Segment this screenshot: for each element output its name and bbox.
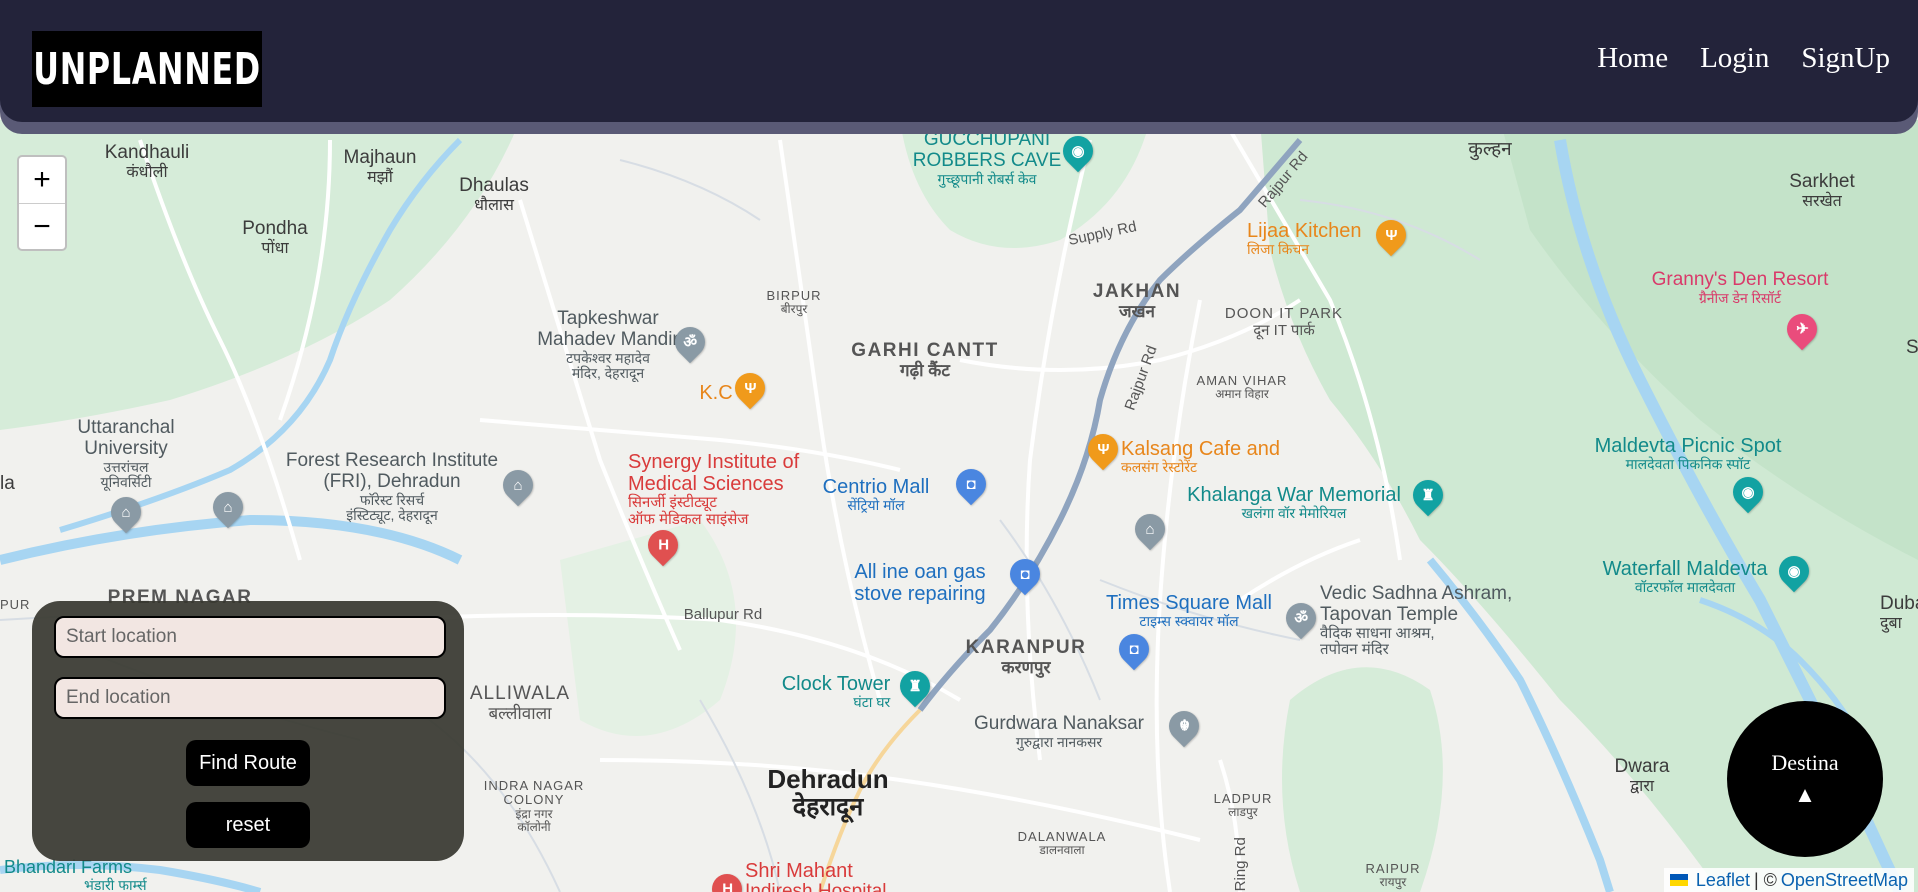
map-label-indra-nagar: INDRA NAGAR COLONY इंद्रा नगर कॉलोनी <box>483 778 585 834</box>
map-label-centrio-mall: Centrio Mall सेंट्रियो मॉल <box>822 476 930 513</box>
map-label-all-in-one-gas: All ine oan gas stove repairing <box>854 561 986 605</box>
main-nav: Home Login SignUp <box>1597 42 1890 75</box>
start-location-input[interactable] <box>54 616 446 658</box>
map-label-tapkeshwar: Tapkeshwar Mahadev Mandir टपकेश्वर महादेव… <box>537 308 679 382</box>
map-label-doon-it-park: DOON IT PARK दून IT पार्क <box>1224 305 1344 339</box>
map-label-ballupur-rd: Ballupur Rd <box>683 606 763 623</box>
logo[interactable]: UNPLANNED <box>32 31 262 107</box>
map-label-pur: PUR <box>0 597 31 612</box>
map-label-kandhauli: Kandhauli कंधौली <box>104 142 190 181</box>
nav-home-link[interactable]: Home <box>1597 42 1668 75</box>
map-label-clock-tower: Clock Tower घंटा घर <box>781 673 891 710</box>
map-label-grannys-den: Granny's Den Resort ग्रैनीज डेन रिसॉर्ट <box>1651 269 1829 306</box>
map-label-vedic-sadhna: Vedic Sadhna Ashram, Tapovan Temple वैदिक… <box>1320 583 1513 659</box>
attribution-separator: | © <box>1753 869 1777 890</box>
destination-label: Destina <box>1771 750 1839 775</box>
map-label-jakhan: JAKHAN जखन <box>1092 281 1182 321</box>
nav-signup-link[interactable]: SignUp <box>1801 42 1890 75</box>
map-label-dehradun: Dehradun देहरादून <box>767 764 889 821</box>
openstreetmap-link[interactable]: OpenStreetMap <box>1781 870 1908 891</box>
map-label-karanpur: KARANPUR करणपुर <box>965 637 1087 677</box>
map-label-times-square: Times Square Mall टाइम्स स्क्वायर मॉल <box>1106 592 1272 629</box>
map-label-waterfall-maldevta: Waterfall Maldevta वॉटरफॉल मालदेवता <box>1602 558 1768 595</box>
map-label-raipur: RAIPUR रायपुर <box>1365 861 1421 890</box>
map-label-lijaa-kitchen: Lijaa Kitchen लिजा किचन <box>1247 220 1362 257</box>
route-panel: Find Route reset <box>32 601 464 861</box>
map-label-shri-mahant: Shri Mahant Indiresh Hospital <box>745 860 887 892</box>
map-label-bhandari-farms: Bhandari Farms भंडारी फार्म्स <box>4 857 147 892</box>
leaflet-link[interactable]: Leaflet <box>1696 870 1750 891</box>
map-label-dubada: Dubaदुबा <box>1880 593 1918 632</box>
map-label-sarkhet: Sarkhet सरखेत <box>1789 171 1855 210</box>
map-label-dhaulas: Dhaulas धौलास <box>459 175 529 214</box>
map-label-maldevta-picnic: Maldevta Picnic Spot मालदेवता पिकनिक स्पॉ… <box>1594 435 1782 472</box>
map-label-kc: K.C <box>699 382 733 404</box>
map-label-khalanga: Khalanga War Memorial खलंगा वॉर मेमोरियल <box>1187 484 1401 521</box>
zoom-in-button[interactable]: + <box>19 157 65 203</box>
end-location-input[interactable] <box>54 677 446 719</box>
map-label-dwara: Dwara द्वारा <box>1614 756 1670 795</box>
map-label-balliwala: ALLIWALA बल्लीवाला <box>469 683 571 723</box>
nav-login-link[interactable]: Login <box>1700 42 1769 75</box>
reset-button[interactable]: reset <box>186 802 310 848</box>
map-attribution: Leaflet | © OpenStreetMap <box>1663 868 1914 892</box>
destination-toggle-button[interactable]: Destina ▲ <box>1727 701 1883 857</box>
map-label-ladpur: LADPUR लाडपुर <box>1213 791 1273 820</box>
map-label-pondha: Pondha पोंधा <box>242 218 308 257</box>
zoom-control: + − <box>17 155 67 251</box>
top-navbar: UNPLANNED Home Login SignUp <box>0 0 1918 122</box>
ukraine-flag-icon <box>1669 874 1688 886</box>
map-label-shi: Shi <box>1906 337 1918 358</box>
map-label-kulhan: कुल्हन <box>1468 139 1512 160</box>
map-label-gurdwara: Gurdwara Nanaksar गुरुद्वारा नानकसर <box>973 713 1145 750</box>
map-label-synergy: Synergy Institute of Medical Sciences सिन… <box>628 451 800 528</box>
map-label-aman-vihar: AMAN VIHAR अमान विहार <box>1196 373 1288 402</box>
zoom-out-button[interactable]: − <box>19 203 65 250</box>
map-label-dalanwala: DALANWALA डालनवाला <box>1017 829 1107 858</box>
map-label-ring-rd: Ring Rd <box>1231 837 1249 892</box>
map-label-fri: Forest Research Institute (FRI), Dehradu… <box>285 450 499 524</box>
find-route-button[interactable]: Find Route <box>186 740 310 786</box>
map-label-kalsang-cafe: Kalsang Cafe and कलसंग रेस्टोरेंट <box>1121 438 1281 475</box>
map-label-uttaranchal: Uttaranchal University उत्तरांचल यूनिवर्स… <box>77 417 175 491</box>
map-label-majhaun: Majhaun मझौं <box>343 147 417 186</box>
arrow-up-icon: ▲ <box>1794 782 1816 807</box>
map-label-robbers-cave: GUCCHUPANI ROBBERS CAVE गुच्छूपानी रोबर्स… <box>912 129 1062 187</box>
map-label-la: la <box>0 473 15 494</box>
map-label-garhi-cantt: GARHI CANTT गढ़ी कैंट <box>851 340 999 380</box>
map-label-birpur: BIRPUR बीरपुर <box>766 288 822 317</box>
